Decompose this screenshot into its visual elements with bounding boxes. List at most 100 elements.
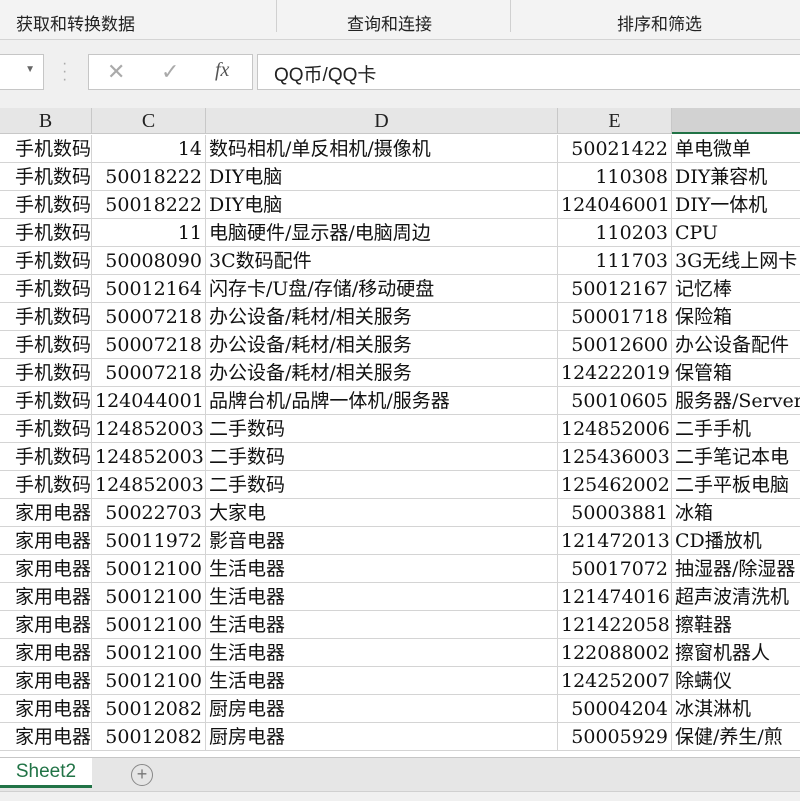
cell[interactable]: 50018222 bbox=[92, 191, 206, 219]
cell[interactable]: 50012082 bbox=[92, 723, 206, 751]
cell[interactable]: 家用电器 bbox=[0, 723, 92, 751]
cell[interactable]: 3G无线上网卡 bbox=[672, 247, 800, 275]
cell[interactable]: 124046001 bbox=[558, 191, 672, 219]
cell[interactable]: 服务器/Server bbox=[672, 387, 800, 415]
cell[interactable]: 122088002 bbox=[558, 639, 672, 667]
cell[interactable]: 冰箱 bbox=[672, 499, 800, 527]
cell[interactable]: 厨房电器 bbox=[206, 723, 558, 751]
cell[interactable]: DIY电脑 bbox=[206, 191, 558, 219]
cell[interactable]: 电脑硬件/显示器/电脑周边 bbox=[206, 219, 558, 247]
cell[interactable]: 50021422 bbox=[558, 135, 672, 163]
chevron-down-icon[interactable]: ▼ bbox=[25, 64, 35, 75]
cell[interactable]: 手机数码 bbox=[0, 471, 92, 499]
cell[interactable]: 记忆棒 bbox=[672, 275, 800, 303]
cell[interactable]: 家用电器 bbox=[0, 555, 92, 583]
column-header[interactable]: C bbox=[92, 108, 206, 134]
cell[interactable]: 50012100 bbox=[92, 555, 206, 583]
cell[interactable]: 50012167 bbox=[558, 275, 672, 303]
cell[interactable]: 手机数码 bbox=[0, 331, 92, 359]
cell[interactable]: DIY电脑 bbox=[206, 163, 558, 191]
cell[interactable]: 50012100 bbox=[92, 583, 206, 611]
cell[interactable]: 50017072 bbox=[558, 555, 672, 583]
cell[interactable]: CPU bbox=[672, 219, 800, 247]
name-box[interactable]: ▼ bbox=[0, 54, 44, 90]
cell[interactable]: 50007218 bbox=[92, 303, 206, 331]
cell[interactable]: 手机数码 bbox=[0, 415, 92, 443]
column-header[interactable] bbox=[672, 108, 800, 134]
cell[interactable]: 50012082 bbox=[92, 695, 206, 723]
cell[interactable]: 二手数码 bbox=[206, 415, 558, 443]
cell[interactable]: 手机数码 bbox=[0, 191, 92, 219]
cell[interactable]: 50007218 bbox=[92, 331, 206, 359]
cell[interactable]: 手机数码 bbox=[0, 135, 92, 163]
cell[interactable]: 保险箱 bbox=[672, 303, 800, 331]
column-header[interactable]: D bbox=[206, 108, 558, 134]
cell[interactable]: 50022703 bbox=[92, 499, 206, 527]
cell[interactable]: 办公设备配件 bbox=[672, 331, 800, 359]
cell[interactable]: 手机数码 bbox=[0, 387, 92, 415]
cell[interactable]: 50012164 bbox=[92, 275, 206, 303]
cell[interactable]: 手机数码 bbox=[0, 303, 92, 331]
cell[interactable]: 手机数码 bbox=[0, 359, 92, 387]
cell[interactable]: 125462002 bbox=[558, 471, 672, 499]
cell[interactable]: DIY一体机 bbox=[672, 191, 800, 219]
cell[interactable]: 124852006 bbox=[558, 415, 672, 443]
cell[interactable]: 110308 bbox=[558, 163, 672, 191]
ribbon-group-sort-filter[interactable]: 排序和筛选 bbox=[617, 10, 702, 35]
cell[interactable]: 121422058 bbox=[558, 611, 672, 639]
cell[interactable]: 家用电器 bbox=[0, 611, 92, 639]
cell[interactable]: 50007218 bbox=[92, 359, 206, 387]
cell[interactable]: 擦鞋器 bbox=[672, 611, 800, 639]
cell[interactable]: 手机数码 bbox=[0, 163, 92, 191]
add-sheet-icon[interactable]: + bbox=[131, 764, 153, 786]
cell[interactable]: 50005929 bbox=[558, 723, 672, 751]
ribbon-group-queries[interactable]: 查询和连接 bbox=[347, 10, 432, 35]
formula-input[interactable]: QQ币/QQ卡 bbox=[257, 54, 800, 90]
cell[interactable]: 抽湿器/除湿器 bbox=[672, 555, 800, 583]
cell[interactable]: 124852003 bbox=[92, 471, 206, 499]
column-header[interactable]: B bbox=[0, 108, 92, 134]
cell[interactable]: 闪存卡/U盘/存储/移动硬盘 bbox=[206, 275, 558, 303]
cell[interactable]: DIY兼容机 bbox=[672, 163, 800, 191]
cell[interactable]: 手机数码 bbox=[0, 247, 92, 275]
cell[interactable]: 办公设备/耗材/相关服务 bbox=[206, 303, 558, 331]
cell[interactable]: 品牌台机/品牌一体机/服务器 bbox=[206, 387, 558, 415]
cell[interactable]: 家用电器 bbox=[0, 639, 92, 667]
enter-icon[interactable]: ✓ bbox=[161, 59, 179, 85]
drag-handle-icon[interactable]: · · · bbox=[62, 56, 68, 88]
cell[interactable]: 擦窗机器人 bbox=[672, 639, 800, 667]
cell[interactable]: 二手平板电脑 bbox=[672, 471, 800, 499]
cell[interactable]: 二手笔记本电 bbox=[672, 443, 800, 471]
cell[interactable]: 二手手机 bbox=[672, 415, 800, 443]
cell[interactable]: 50010605 bbox=[558, 387, 672, 415]
cell[interactable]: 110203 bbox=[558, 219, 672, 247]
cell[interactable]: 11 bbox=[92, 219, 206, 247]
cell[interactable]: 大家电 bbox=[206, 499, 558, 527]
cell[interactable]: 办公设备/耗材/相关服务 bbox=[206, 331, 558, 359]
cancel-icon[interactable]: ✕ bbox=[107, 59, 125, 85]
cell[interactable]: 50018222 bbox=[92, 163, 206, 191]
cell[interactable]: 家用电器 bbox=[0, 527, 92, 555]
cell[interactable]: 生活电器 bbox=[206, 639, 558, 667]
cell[interactable]: 冰淇淋机 bbox=[672, 695, 800, 723]
cell[interactable]: 50012100 bbox=[92, 639, 206, 667]
cell[interactable]: 125436003 bbox=[558, 443, 672, 471]
cell[interactable]: 办公设备/耗材/相关服务 bbox=[206, 359, 558, 387]
cell[interactable]: 家用电器 bbox=[0, 499, 92, 527]
cell[interactable]: 3C数码配件 bbox=[206, 247, 558, 275]
cell[interactable]: 数码相机/单反相机/摄像机 bbox=[206, 135, 558, 163]
cell[interactable]: 124044001 bbox=[92, 387, 206, 415]
cell[interactable]: 手机数码 bbox=[0, 443, 92, 471]
cell[interactable]: 生活电器 bbox=[206, 583, 558, 611]
cell[interactable]: 影音电器 bbox=[206, 527, 558, 555]
cell[interactable]: 手机数码 bbox=[0, 219, 92, 247]
cell[interactable]: 二手数码 bbox=[206, 471, 558, 499]
cell[interactable]: 124222019 bbox=[558, 359, 672, 387]
cell[interactable]: 家用电器 bbox=[0, 583, 92, 611]
cell[interactable]: 除螨仪 bbox=[672, 667, 800, 695]
cell[interactable]: 124852003 bbox=[92, 443, 206, 471]
cell[interactable]: 50004204 bbox=[558, 695, 672, 723]
cell[interactable]: CD播放机 bbox=[672, 527, 800, 555]
cell[interactable]: 保健/养生/煎 bbox=[672, 723, 800, 751]
cell[interactable]: 生活电器 bbox=[206, 555, 558, 583]
